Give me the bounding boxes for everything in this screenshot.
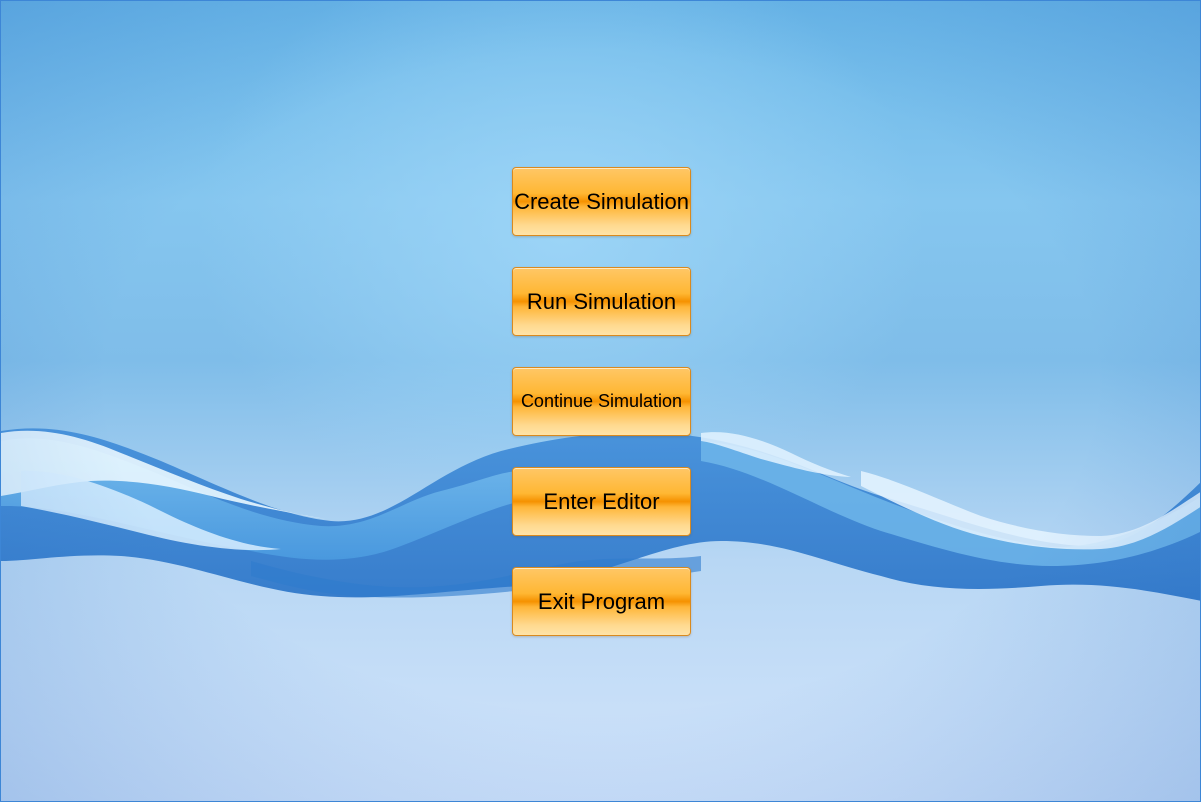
continue-simulation-button[interactable]: Continue Simulation [512, 367, 691, 436]
create-simulation-button[interactable]: Create Simulation [512, 167, 691, 236]
enter-editor-button[interactable]: Enter Editor [512, 467, 691, 536]
run-simulation-button[interactable]: Run Simulation [512, 267, 691, 336]
main-menu-screen: Create Simulation Run Simulation Continu… [0, 0, 1201, 802]
main-menu: Create Simulation Run Simulation Continu… [512, 167, 691, 667]
exit-program-button[interactable]: Exit Program [512, 567, 691, 636]
